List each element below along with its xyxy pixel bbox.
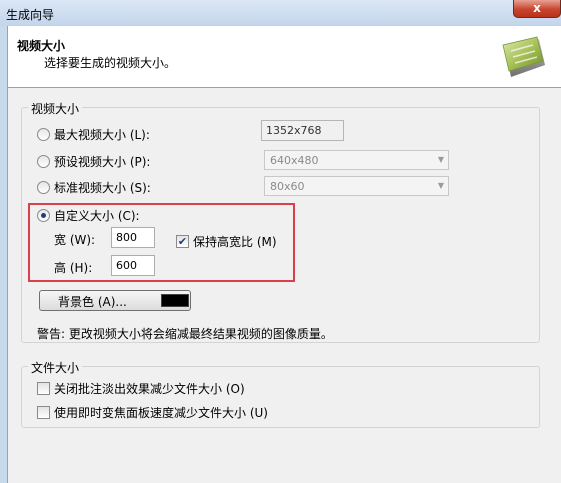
custom-size-label: 自定义大小 (C): (54, 208, 140, 223)
max-size-radio[interactable] (37, 127, 50, 141)
standard-size-label: 标准视频大小 (S): (54, 180, 151, 195)
preset-size-option[interactable]: 预设视频大小 (P): (37, 153, 150, 169)
chevron-down-icon: ▼ (437, 155, 444, 164)
disable-fade-label: 关闭批注淡出效果减少文件大小 (O) (54, 381, 245, 396)
wizard-header: 视频大小 选择要生成的视频大小。 (8, 26, 561, 88)
warning-text: 警告: 更改视频大小将会缩减最终结果视频的图像质量。 (37, 327, 333, 341)
height-label: 高 (H): (54, 261, 93, 275)
instant-zoom-checkbox[interactable] (37, 405, 50, 419)
custom-size-radio[interactable] (37, 208, 50, 222)
window-titlebar: 生成向导 (0, 0, 561, 26)
keep-ratio-checkbox[interactable]: ✔ (176, 234, 189, 248)
close-icon: x (533, 1, 541, 15)
page-title: 视频大小 (17, 39, 66, 53)
standard-size-select[interactable]: 80x60 ▼ (264, 176, 449, 196)
window-title: 生成向导 (6, 8, 55, 22)
close-button[interactable]: x (513, 0, 561, 18)
background-color-swatch (161, 294, 189, 307)
file-size-group-label: 文件大小 (28, 359, 83, 376)
instant-zoom-label: 使用即时变焦面板速度减少文件大小 (U) (54, 405, 268, 420)
keep-ratio-option[interactable]: ✔ 保持高宽比 (M) (176, 233, 277, 249)
preset-size-radio[interactable] (37, 154, 50, 168)
disable-fade-option[interactable]: 关闭批注淡出效果减少文件大小 (O) (37, 380, 245, 396)
standard-size-radio[interactable] (37, 180, 50, 194)
preset-size-select-value: 640x480 (270, 154, 319, 167)
page-subtitle: 选择要生成的视频大小。 (44, 56, 177, 70)
chevron-down-icon: ▼ (437, 181, 444, 190)
preset-size-select[interactable]: 640x480 ▼ (264, 150, 449, 170)
video-size-group-label: 视频大小 (28, 100, 83, 117)
width-input[interactable]: 800 (111, 227, 155, 248)
custom-size-option[interactable]: 自定义大小 (C): (37, 207, 140, 223)
height-input[interactable]: 600 (111, 255, 155, 276)
dialog-body: 视频大小 选择要生成的视频大小。 视频大小 最大视频大小 (L): 1352x7… (7, 26, 561, 483)
standard-size-select-value: 80x60 (270, 180, 305, 193)
background-color-button[interactable]: 背景色 (A)... (39, 290, 191, 311)
preset-size-label: 预设视频大小 (P): (54, 154, 151, 169)
max-size-option[interactable]: 最大视频大小 (L): (37, 126, 150, 142)
width-label: 宽 (W): (54, 233, 96, 247)
keep-ratio-label: 保持高宽比 (M) (193, 234, 277, 249)
max-size-value: 1352x768 (261, 120, 344, 141)
background-color-label: 背景色 (A)... (58, 295, 127, 309)
disable-fade-checkbox[interactable] (37, 381, 50, 395)
max-size-label: 最大视频大小 (L): (54, 127, 150, 142)
instant-zoom-option[interactable]: 使用即时变焦面板速度减少文件大小 (U) (37, 404, 268, 420)
standard-size-option[interactable]: 标准视频大小 (S): (37, 179, 151, 195)
wizard-logo-icon (502, 36, 545, 77)
